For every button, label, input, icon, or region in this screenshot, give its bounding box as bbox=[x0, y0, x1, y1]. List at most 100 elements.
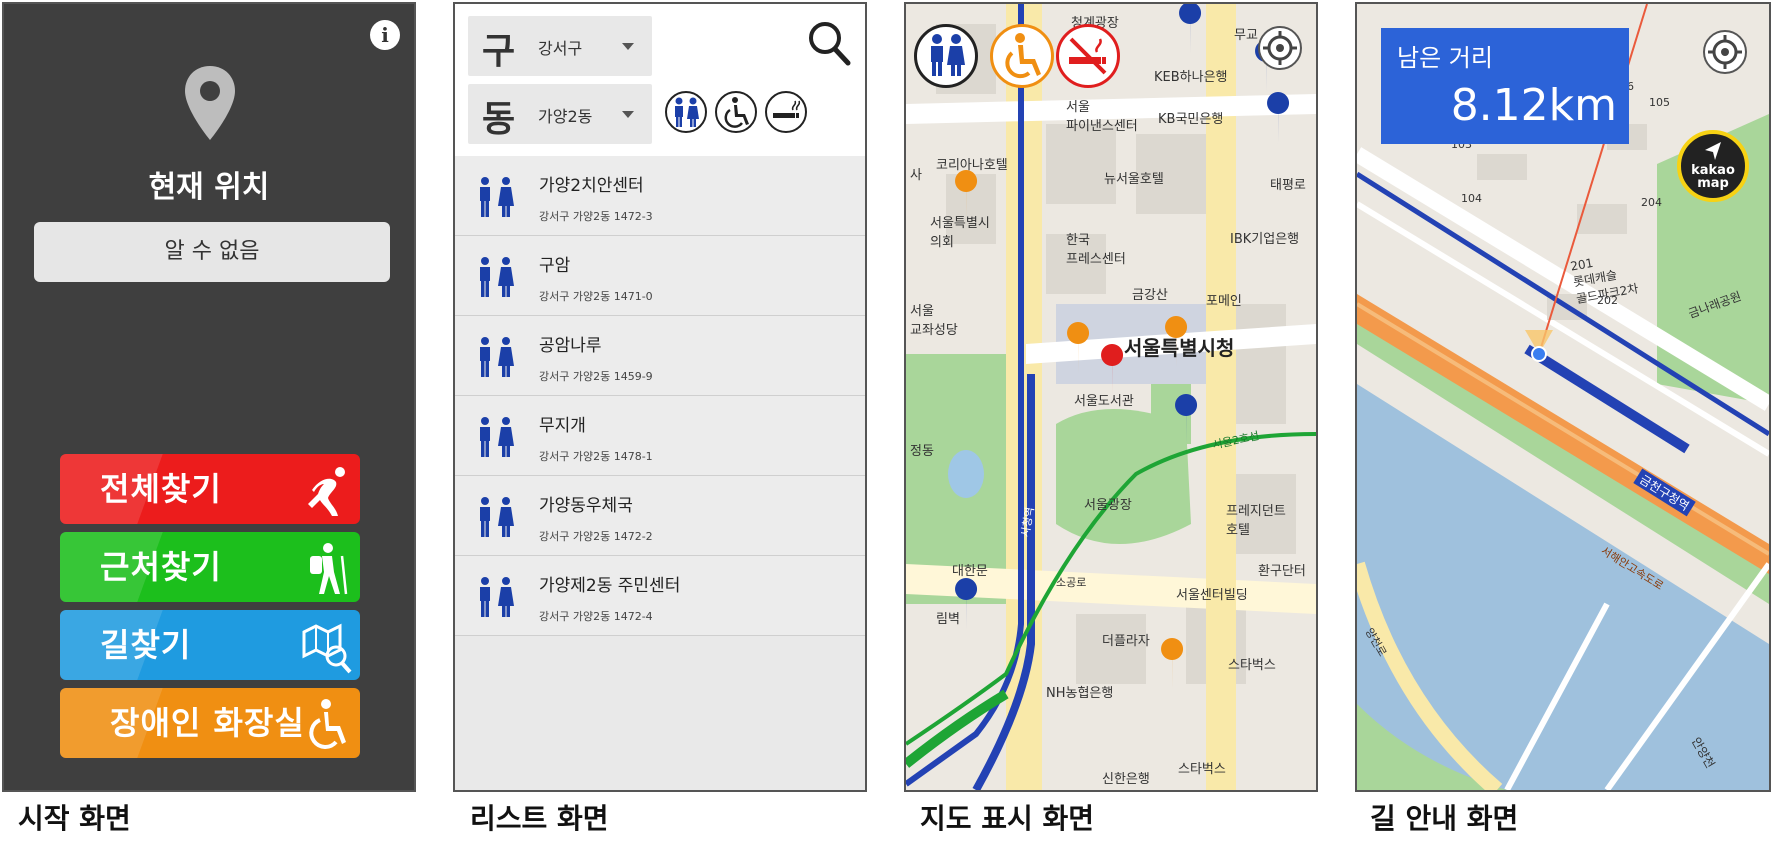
district-label: 구 bbox=[482, 31, 516, 72]
restroom-icon bbox=[480, 337, 514, 377]
district-select[interactable]: 구 강서구 bbox=[468, 16, 652, 76]
no-smoking-toggle-button[interactable] bbox=[1056, 24, 1120, 88]
map-label: KEB하나은행 bbox=[1154, 70, 1228, 85]
restroom-address: 강서구 가양2동 1472-2 bbox=[539, 530, 653, 543]
map-label: 대한문 bbox=[952, 564, 988, 579]
map-label: KB국민은행 bbox=[1158, 112, 1224, 127]
gps-target-icon bbox=[1708, 35, 1742, 69]
find-all-button[interactable]: 전체찾기 bbox=[60, 454, 360, 524]
map-label: 서울센터빌딩 bbox=[1176, 588, 1248, 603]
map-label: 한국 프레스센터 bbox=[1066, 233, 1126, 267]
list-item[interactable]: 무지개 강서구 가양2동 1478-1 bbox=[455, 396, 865, 476]
disabled-restroom-button[interactable]: 장애인 화장실 bbox=[60, 688, 360, 758]
caption-nav: 길 안내 화면 bbox=[1370, 802, 1519, 835]
map-label: 서울도서관 bbox=[1074, 394, 1134, 409]
chevron-down-icon bbox=[622, 111, 634, 118]
caption-list: 리스트 화면 bbox=[470, 802, 609, 835]
map-label: 202 bbox=[1597, 294, 1618, 307]
kakao-map-button[interactable]: kakao map bbox=[1677, 130, 1749, 202]
district-value: 강서구 bbox=[538, 39, 583, 58]
list-item[interactable]: 구암 강서구 가양2동 1471-0 bbox=[455, 236, 865, 316]
neighborhood-select[interactable]: 동 가양2동 bbox=[468, 84, 652, 144]
restroom-icon bbox=[480, 177, 514, 217]
filter-wheelchair-button[interactable] bbox=[715, 91, 757, 133]
list-item[interactable]: 공암나루 강서구 가양2동 1459-9 bbox=[455, 316, 865, 396]
map-label: 정동 bbox=[910, 444, 934, 459]
map-label: 서울특별시 의회 bbox=[930, 216, 990, 250]
filter-smoking-button[interactable] bbox=[765, 91, 807, 133]
running-person-icon bbox=[308, 467, 345, 516]
map-label: 사 bbox=[910, 168, 922, 183]
map-label: 포메인 bbox=[1206, 294, 1242, 309]
restroom-address: 강서구 가양2동 1459-9 bbox=[539, 370, 653, 383]
restroom-name: 가양동우체국 bbox=[539, 496, 633, 516]
find-nearby-button[interactable]: 근처찾기 bbox=[60, 532, 360, 602]
find-all-label: 전체찾기 bbox=[100, 470, 222, 508]
restroom-icon bbox=[675, 97, 699, 127]
filter-restroom-button[interactable] bbox=[665, 91, 707, 133]
map-label: 서울광장 bbox=[1084, 498, 1132, 513]
map-label: 105 bbox=[1649, 96, 1670, 109]
wheelchair-icon bbox=[309, 699, 346, 749]
wheelchair-icon bbox=[724, 97, 749, 128]
map-search-icon bbox=[302, 623, 352, 674]
neighborhood-value: 가양2동 bbox=[538, 107, 593, 126]
restroom-icon bbox=[480, 577, 514, 617]
find-route-button[interactable]: 길찾기 bbox=[60, 610, 360, 680]
map-label: 소공로 bbox=[1056, 576, 1087, 589]
map-label: 금강산 bbox=[1132, 288, 1168, 303]
map-screen[interactable]: 청계광장 KEB하나은행 서울 파이낸스센터 KB국민은행 코리아나호텔 뉴서울… bbox=[904, 2, 1318, 792]
caption-map: 지도 표시 화면 bbox=[920, 802, 1095, 835]
disabled-restroom-label: 장애인 화장실 bbox=[110, 704, 305, 742]
current-location-value: 알 수 없음 bbox=[34, 222, 390, 282]
neighborhood-label: 동 bbox=[482, 99, 516, 140]
restroom-icon bbox=[480, 257, 514, 297]
gps-target-icon bbox=[1263, 31, 1297, 65]
list-screen: 구 강서구 동 가양2동 가양2치안센터 강서구 가양2동 1472-3 구암 … bbox=[453, 2, 867, 792]
remaining-distance-label: 남은 거리 bbox=[1397, 44, 1493, 72]
no-smoking-icon bbox=[1069, 37, 1107, 75]
map-label: IBK기업은행 bbox=[1230, 232, 1300, 247]
restroom-address: 강서구 가양2동 1478-1 bbox=[539, 450, 653, 463]
restroom-name: 가양2치안센터 bbox=[539, 176, 644, 196]
navigation-arrow-icon bbox=[1705, 142, 1721, 160]
list-item[interactable]: 가양동우체국 강서구 가양2동 1472-2 bbox=[455, 476, 865, 556]
info-icon[interactable]: i bbox=[370, 20, 400, 50]
list-header: 구 강서구 동 가양2동 bbox=[455, 4, 865, 156]
map-label: NH농협은행 bbox=[1046, 686, 1114, 701]
gps-target-button[interactable] bbox=[1258, 26, 1302, 70]
chevron-down-icon bbox=[622, 43, 634, 50]
wheelchair-icon bbox=[1005, 33, 1041, 79]
map-label: 프레지던트 호텔 bbox=[1226, 504, 1286, 538]
caption-start: 시작 화면 bbox=[18, 802, 131, 835]
map-label: 서울 교좌성당 bbox=[910, 304, 958, 338]
map-label: 태평로 bbox=[1270, 178, 1306, 193]
map-label: 204 bbox=[1641, 196, 1662, 209]
map-label: 서울특별시청 bbox=[1124, 336, 1235, 360]
restroom-icon bbox=[931, 34, 965, 76]
restroom-name: 공암나루 bbox=[539, 336, 602, 356]
map-label: 신한은행 bbox=[1102, 772, 1150, 787]
restroom-address: 강서구 가양2동 1472-3 bbox=[539, 210, 653, 223]
start-screen: i 현재 위치 알 수 없음 전체찾기 근처찾기 길찾기 장애인 화장실 bbox=[2, 2, 416, 792]
gps-target-button[interactable] bbox=[1703, 30, 1747, 74]
restroom-name: 구암 bbox=[539, 256, 571, 276]
remaining-distance-value: 8.12km bbox=[1450, 80, 1617, 131]
restroom-address: 강서구 가양2동 1472-4 bbox=[539, 610, 653, 623]
map-label: 뉴서울호텔 bbox=[1104, 172, 1164, 187]
kakao-map-label: kakao map bbox=[1691, 163, 1735, 191]
navigation-screen[interactable]: 201 롯데캐슬 골드파크2차 금나래공원 103 104 105 106 20… bbox=[1355, 2, 1771, 792]
restroom-name: 무지개 bbox=[539, 416, 586, 436]
list-item[interactable]: 가양2치안센터 강서구 가양2동 1472-3 bbox=[455, 156, 865, 236]
remaining-distance-panel: 남은 거리 8.12km bbox=[1381, 28, 1629, 144]
map-label: 스타벅스 bbox=[1228, 658, 1276, 673]
map-label: 104 bbox=[1461, 192, 1482, 205]
current-location-title: 현재 위치 bbox=[148, 170, 270, 205]
restroom-toggle-button[interactable] bbox=[914, 24, 978, 88]
search-icon[interactable] bbox=[807, 20, 851, 66]
list-item[interactable]: 가양제2동 주민센터 강서구 가양2동 1472-4 bbox=[455, 556, 865, 636]
map-label: 무교 bbox=[1234, 28, 1258, 43]
map-label: 스타벅스 bbox=[1178, 762, 1226, 777]
map-label: 림벽 bbox=[936, 612, 960, 627]
wheelchair-toggle-button[interactable] bbox=[990, 24, 1054, 88]
